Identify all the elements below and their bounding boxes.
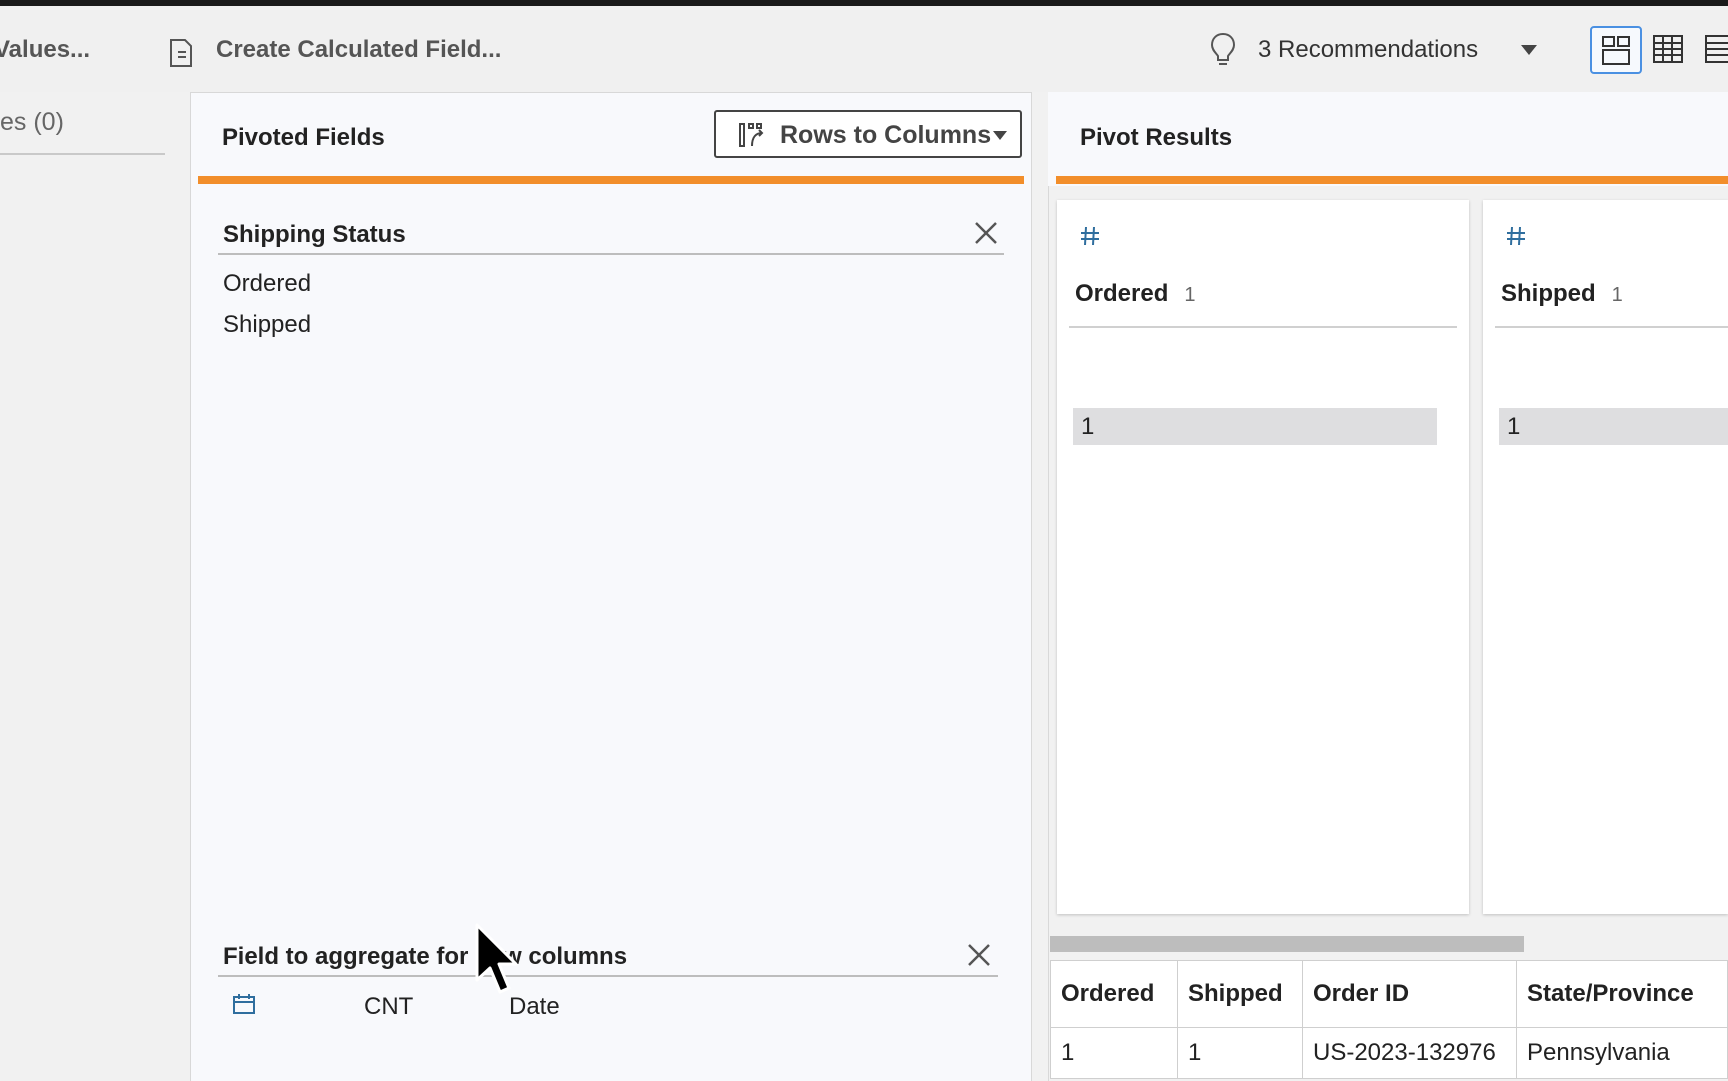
result-value-bar[interactable]: 1 [1073,408,1437,445]
result-card-title: Shipped 1 [1501,280,1623,308]
left-pane-divider [0,153,165,155]
table-cell[interactable]: 1 [1050,1027,1178,1079]
lightbulb-icon [1210,32,1236,65]
calculated-field-icon [170,39,192,67]
pivot-type-label: Rows to Columns [780,121,992,149]
result-card-ordered[interactable]: Ordered 1 1 [1057,200,1469,914]
table-cell[interactable]: 1 [1177,1027,1303,1079]
values-button[interactable]: Values... [0,36,90,64]
number-hash-icon [1081,226,1099,246]
number-hash-icon [1507,226,1525,246]
result-card-count: 1 [1611,284,1623,306]
table-cell[interactable]: Pennsylvania [1516,1027,1728,1079]
chevron-down-icon [993,131,1007,140]
result-card-divider [1495,326,1728,328]
toolbar: Values... Create Calculated Field... 3 R… [0,6,1728,92]
view-profile-button[interactable] [1590,26,1642,74]
table-header-row: Ordered Shipped Order ID State/Province [1050,960,1728,1028]
view-list-button[interactable] [1698,26,1728,74]
results-data-grid: Ordered Shipped Order ID State/Province … [1050,960,1728,1079]
profile-view-icon [1602,36,1630,65]
pivot-value-item[interactable]: Shipped [223,311,311,339]
table-view-icon [1653,35,1683,63]
pivoted-fields-title: Pivoted Fields [222,124,385,151]
horizontal-scrollbar[interactable] [1050,936,1524,952]
pivoted-fields-accent-bar [198,176,1024,184]
column-header[interactable]: Shipped [1177,960,1303,1028]
table-cell[interactable]: US-2023-132976 [1302,1027,1517,1079]
mouse-cursor-icon [475,923,518,994]
result-card-name: Shipped [1501,280,1596,307]
pivot-field-name: Shipping Status [223,221,406,248]
pivot-value-item[interactable]: Ordered [223,270,311,298]
result-card-count: 1 [1184,284,1196,306]
view-table-button[interactable] [1644,26,1696,74]
calendar-icon [233,994,255,1014]
result-value: 1 [1081,413,1095,440]
column-header[interactable]: Order ID [1302,960,1517,1028]
left-pane-label[interactable]: es (0) [0,108,64,137]
pivot-type-dropdown[interactable]: Rows to Columns [714,110,1022,158]
result-card-shipped[interactable]: Shipped 1 1 [1483,200,1728,914]
aggregate-field-title: Field to aggregate for new columns [223,943,628,970]
pivot-field-divider [218,253,1004,255]
list-view-icon [1705,35,1728,63]
aggregate-function[interactable]: CNT [364,993,413,1021]
pivot-results-title: Pivot Results [1080,124,1233,151]
column-header[interactable]: Ordered [1050,960,1178,1028]
close-icon[interactable] [966,942,992,968]
result-value-bar[interactable]: 1 [1499,408,1728,445]
chevron-down-icon[interactable] [1520,44,1538,56]
result-value: 1 [1507,413,1521,440]
result-card-name: Ordered [1075,280,1169,307]
column-header[interactable]: State/Province [1516,960,1728,1028]
pivot-results-accent-bar [1056,176,1728,184]
left-pane [0,92,188,1080]
result-card-title: Ordered 1 [1075,280,1196,308]
aggregate-divider [218,975,998,977]
close-icon[interactable] [973,220,999,246]
result-card-divider [1069,326,1457,328]
rows-to-columns-icon [739,123,764,147]
recommendations-button[interactable]: 3 Recommendations [1258,36,1478,64]
create-calculated-field-button[interactable]: Create Calculated Field... [216,36,501,64]
table-row: 1 1 US-2023-132976 Pennsylvania [1050,1027,1728,1079]
